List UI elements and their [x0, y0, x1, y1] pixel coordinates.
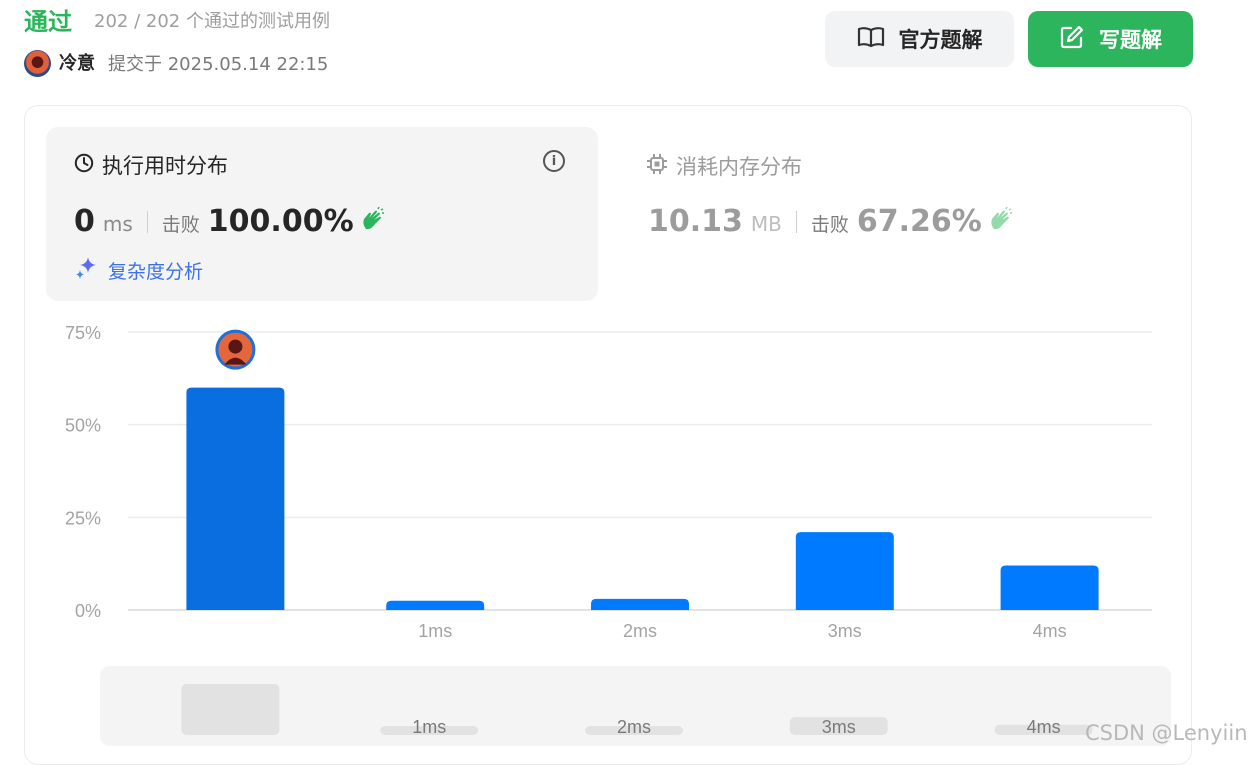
- chip-icon: [646, 153, 668, 181]
- chart-bar[interactable]: [795, 532, 894, 610]
- info-icon[interactable]: i: [543, 150, 565, 172]
- divider: [146, 210, 148, 233]
- runtime-metric: 0 ms 击败 100.00%: [74, 204, 386, 239]
- memory-beat-value: 67.26%: [856, 204, 982, 239]
- watermark: CSDN @Lenyiin: [1085, 721, 1248, 745]
- test-cases-count: 202 / 202 个通过的测试用例: [94, 11, 330, 32]
- complexity-label: 复杂度分析: [108, 261, 204, 283]
- complexity-analysis-link[interactable]: 复杂度分析: [74, 255, 203, 286]
- submission-time: 提交于 2025.05.14 22:15: [108, 54, 329, 75]
- runtime-value: 0: [74, 204, 95, 239]
- range-selector-panel[interactable]: [100, 666, 1171, 746]
- memory-unit: MB: [750, 212, 782, 236]
- official-solution-label: 官方题解: [898, 28, 983, 52]
- avatar[interactable]: [24, 50, 51, 77]
- edit-icon: [1059, 24, 1085, 55]
- chart-bar[interactable]: [386, 600, 485, 610]
- chart-bar[interactable]: [186, 387, 285, 610]
- runtime-unit: ms: [102, 212, 133, 236]
- submission-status: 通过: [24, 8, 72, 36]
- memory-beat-label: 击败: [810, 214, 849, 236]
- official-solution-button[interactable]: 官方题解: [825, 11, 1014, 67]
- book-open-icon: [857, 25, 885, 54]
- runtime-title: 执行用时分布: [74, 153, 228, 179]
- chart-bar[interactable]: [1000, 565, 1099, 610]
- write-solution-button[interactable]: 写题解: [1028, 11, 1193, 67]
- runtime-beat-value: 100.00%: [207, 204, 354, 239]
- username[interactable]: 冷意: [59, 52, 95, 76]
- memory-value: 10.13: [648, 204, 743, 239]
- runtime-beat-label: 击败: [161, 214, 200, 236]
- memory-title-label: 消耗内存分布: [676, 155, 802, 179]
- clap-icon: [988, 206, 1014, 237]
- sparkle-icon: [74, 255, 100, 286]
- clap-icon: [360, 206, 386, 237]
- chart-bar[interactable]: [591, 598, 689, 610]
- divider: [795, 210, 797, 233]
- write-solution-label: 写题解: [1099, 28, 1162, 52]
- memory-title[interactable]: 消耗内存分布: [646, 153, 802, 181]
- memory-metric: 10.13 MB 击败 67.26%: [648, 204, 1014, 239]
- runtime-title-label: 执行用时分布: [102, 154, 228, 178]
- clock-icon: [74, 153, 94, 179]
